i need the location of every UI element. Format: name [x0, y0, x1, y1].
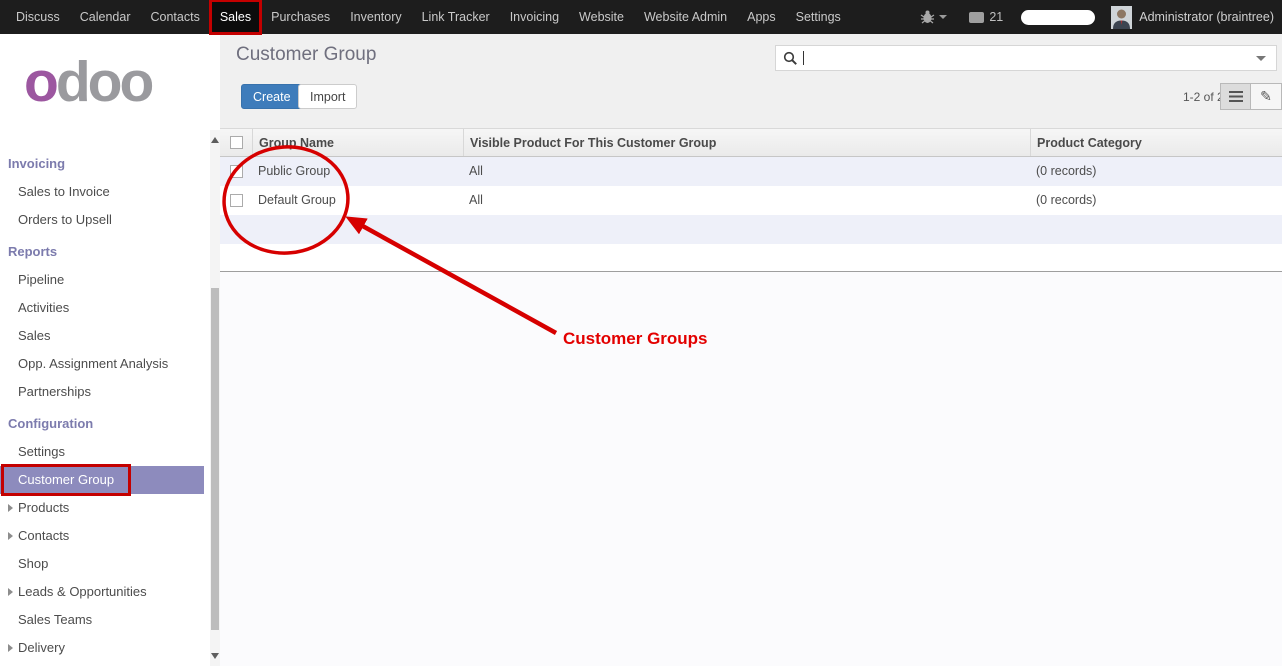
menu-discuss[interactable]: Discuss [6, 0, 70, 34]
topbar: Discuss Calendar Contacts Sales Purchase… [0, 0, 1282, 34]
column-header-visible-product[interactable]: Visible Product For This Customer Group [463, 129, 1030, 156]
logo-letters: doo [56, 50, 151, 114]
expand-arrow-icon [8, 644, 13, 652]
scroll-up-icon[interactable] [211, 137, 219, 143]
sidebar-item-partnerships[interactable]: Partnerships [0, 378, 210, 406]
empty-row [220, 215, 1282, 244]
sidebar-item-sales[interactable]: Sales [0, 322, 210, 350]
messages-count: 21 [989, 10, 1003, 24]
search-icon [783, 51, 798, 66]
sidebar-item-activities[interactable]: Activities [0, 294, 210, 322]
scrollbar-thumb[interactable] [211, 288, 219, 630]
menu-contacts[interactable]: Contacts [141, 0, 210, 34]
menu-settings[interactable]: Settings [786, 0, 851, 34]
logo-letter-accent: o [24, 50, 56, 114]
search-input[interactable] [804, 46, 1256, 70]
bug-icon [920, 10, 935, 24]
list-view-button[interactable] [1220, 83, 1251, 110]
expand-arrow-icon [8, 532, 13, 540]
sidebar-scrollbar[interactable] [210, 130, 220, 666]
sidebar-item-label: Customer Group [18, 472, 114, 487]
menu-link-tracker[interactable]: Link Tracker [412, 0, 500, 34]
cell-group-name: Default Group [252, 186, 463, 215]
menu-website-admin[interactable]: Website Admin [634, 0, 737, 34]
form-view-button[interactable]: ✎ [1251, 83, 1282, 110]
sidebar-item-label: Contacts [18, 528, 69, 543]
search-box [775, 45, 1277, 71]
row-checkbox-cell [220, 157, 252, 186]
sidebar-section-configuration: Configuration [0, 410, 210, 438]
sidebar-item-pipeline[interactable]: Pipeline [0, 266, 210, 294]
menu-inventory[interactable]: Inventory [340, 0, 411, 34]
page-title: Customer Group [236, 44, 376, 66]
user-menu[interactable]: Administrator (braintree) [1139, 10, 1274, 24]
cell-product-category: (0 records) [1030, 157, 1282, 186]
menu-calendar[interactable]: Calendar [70, 0, 141, 34]
search-dropdown-caret-icon[interactable] [1256, 56, 1266, 61]
table-row[interactable]: Public Group All (0 records) [220, 157, 1282, 186]
column-header-product-category[interactable]: Product Category [1030, 129, 1282, 156]
sidebar-item-products[interactable]: Products [0, 494, 210, 522]
table-row[interactable]: Default Group All (0 records) [220, 186, 1282, 215]
expand-arrow-icon [8, 588, 13, 596]
sidebar-item-leads-opportunities[interactable]: Leads & Opportunities [0, 578, 210, 606]
sidebar-section-invoicing: Invoicing [0, 150, 210, 178]
menu-purchases[interactable]: Purchases [261, 0, 340, 34]
sidebar-item-settings[interactable]: Settings [0, 438, 210, 466]
empty-row [220, 244, 1282, 271]
sidebar: odoo Invoicing Sales to Invoice Orders t… [0, 34, 210, 666]
sidebar-item-sales-teams[interactable]: Sales Teams [0, 606, 210, 634]
sidebar-section-reports: Reports [0, 238, 210, 266]
edit-icon: ✎ [1260, 90, 1272, 104]
view-switcher: ✎ [1220, 83, 1282, 110]
create-button[interactable]: Create [241, 84, 303, 109]
chevron-down-icon [939, 15, 947, 19]
sidebar-nav: Invoicing Sales to Invoice Orders to Ups… [0, 150, 210, 662]
menu-apps[interactable]: Apps [737, 0, 786, 34]
systray-pill[interactable] [1021, 10, 1095, 25]
sidebar-item-label: Delivery [18, 640, 65, 655]
pager-range: 1-2 of 2 [1183, 90, 1224, 104]
row-checkbox[interactable] [230, 194, 243, 207]
control-panel: Customer Group Create Import 1-2 of 2 ✎ [220, 34, 1282, 128]
cell-product-category: (0 records) [1030, 186, 1282, 215]
menu-invoicing[interactable]: Invoicing [500, 0, 569, 34]
sidebar-item-label: Products [18, 500, 69, 515]
sidebar-item-sales-to-invoice[interactable]: Sales to Invoice [0, 178, 210, 206]
menu-sales[interactable]: Sales [210, 0, 261, 34]
odoo-logo[interactable]: odoo [24, 54, 151, 111]
sidebar-item-delivery[interactable]: Delivery [0, 634, 210, 662]
column-header-group-name[interactable]: Group Name [252, 129, 463, 156]
scroll-down-icon[interactable] [211, 653, 219, 659]
row-checkbox-cell [220, 186, 252, 215]
chat-bubble-icon [969, 12, 984, 23]
records-table: Group Name Visible Product For This Cust… [220, 128, 1282, 272]
row-checkbox[interactable] [230, 165, 243, 178]
messages-button[interactable]: 21 [969, 10, 1003, 24]
debug-menu[interactable] [920, 10, 947, 24]
menu-website[interactable]: Website [569, 0, 634, 34]
main-content: Customer Group Create Import 1-2 of 2 ✎ [220, 34, 1282, 666]
sidebar-item-contacts[interactable]: Contacts [0, 522, 210, 550]
user-avatar[interactable] [1111, 6, 1132, 29]
sidebar-item-customer-group[interactable]: Customer Group [0, 466, 204, 494]
sidebar-item-shop[interactable]: Shop [0, 550, 210, 578]
sidebar-item-label: Leads & Opportunities [18, 584, 147, 599]
cell-visible-product: All [463, 186, 1030, 215]
table-bottom-border [220, 271, 1282, 272]
list-icon [1229, 91, 1243, 102]
expand-arrow-icon [8, 504, 13, 512]
systray: 21 Administrator (braintree) [920, 6, 1282, 29]
sidebar-item-orders-to-upsell[interactable]: Orders to Upsell [0, 206, 210, 234]
import-button[interactable]: Import [298, 84, 357, 109]
header-checkbox-cell [220, 129, 252, 156]
select-all-checkbox[interactable] [230, 136, 243, 149]
sidebar-item-opp-assignment-analysis[interactable]: Opp. Assignment Analysis [0, 350, 210, 378]
table-header-row: Group Name Visible Product For This Cust… [220, 128, 1282, 157]
cell-visible-product: All [463, 157, 1030, 186]
cell-group-name: Public Group [252, 157, 463, 186]
